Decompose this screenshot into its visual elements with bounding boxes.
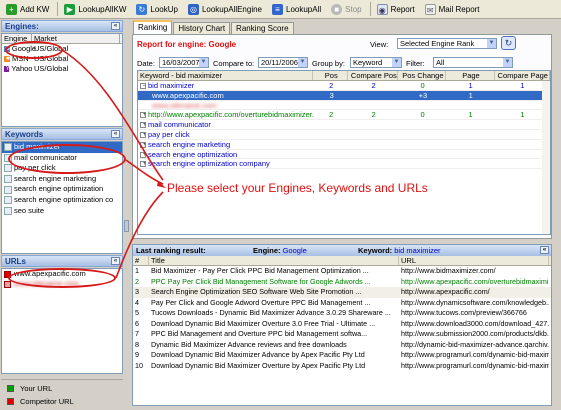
arrow-from-engines: [61, 49, 164, 181]
arrow-from-urls: [115, 191, 164, 279]
annotation-arrows: [61, 49, 166, 279]
instruction-callout: Please select your Engines, Keywords and…: [167, 181, 428, 195]
arrowhead-icon: [157, 181, 166, 188]
